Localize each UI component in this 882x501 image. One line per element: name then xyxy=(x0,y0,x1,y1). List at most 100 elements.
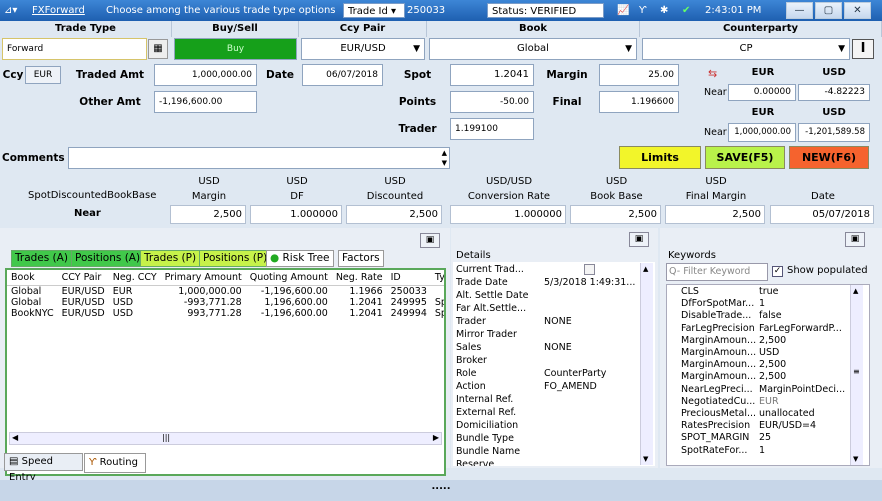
final-label: Final xyxy=(552,96,582,108)
routing-icon[interactable]: Ƴ xyxy=(639,3,646,18)
keywords-panel: ▣ Keywords Q- Filter Keyword ✓ Show popu… xyxy=(660,228,882,468)
ccy-pair-select[interactable]: EUR/USD ▼ xyxy=(301,38,425,60)
details-value[interactable]: NONE xyxy=(544,341,572,354)
keyword-value[interactable]: 1 xyxy=(759,445,765,457)
table-cell: EUR/USD xyxy=(61,308,105,319)
comments-input[interactable]: ▲ ▼ xyxy=(68,147,450,169)
show-populated-checkbox[interactable]: ✓ xyxy=(772,266,783,277)
details-value[interactable]: CounterParty xyxy=(544,367,606,380)
minimize-button[interactable]: — xyxy=(786,2,813,19)
scroll-grip-icon: ≡ xyxy=(853,367,860,376)
keyword-value[interactable]: MarginPointDeci... xyxy=(759,384,845,396)
keyword-value[interactable]: true xyxy=(759,286,779,298)
calculator-icon[interactable]: ▦ xyxy=(148,39,168,59)
keyword-filter-input[interactable]: Q- Filter Keyword xyxy=(666,263,768,281)
tab-positions-p[interactable]: Positions (P) xyxy=(199,250,272,267)
summary-column-name: Final Margin xyxy=(685,191,747,202)
near-usd-value[interactable]: -4.82223 xyxy=(798,84,870,101)
search-icon: Q xyxy=(669,266,677,277)
spot-input[interactable]: 1.2041 xyxy=(450,64,534,86)
tab-routing[interactable]: Ƴ Routing xyxy=(84,453,146,473)
tab-trades-a[interactable]: Trades (A) xyxy=(11,250,72,267)
details-value[interactable]: 5/3/2018 1:49:31... xyxy=(544,276,635,289)
column-header[interactable]: Neg. CCY xyxy=(108,270,161,286)
traded-amt-input[interactable]: 1,000,000.00 xyxy=(154,64,257,86)
swap-icon[interactable]: ⇆ xyxy=(708,67,717,80)
keyword-value[interactable]: false xyxy=(759,310,782,322)
buy-sell-toggle[interactable]: Buy xyxy=(174,38,297,60)
details-restore-icon[interactable]: ▣ xyxy=(629,232,649,247)
keyword-value[interactable]: 2,500 xyxy=(759,335,786,347)
scroll-right-icon[interactable]: ▶ xyxy=(433,433,439,442)
counterparty-select[interactable]: CP ▼ xyxy=(642,38,850,60)
details-value[interactable]: NONE xyxy=(544,315,572,328)
limits-button[interactable]: Limits xyxy=(619,146,701,169)
trader-input[interactable]: 1.199100 xyxy=(450,118,534,140)
spinner-icon[interactable]: ▲ ▼ xyxy=(442,148,447,168)
near2-usd-value[interactable]: -1,201,589.58 xyxy=(798,123,870,142)
trade-type-field[interactable]: Forward xyxy=(2,38,147,60)
keyword-value[interactable]: USD xyxy=(759,347,779,359)
details-value[interactable]: FO_AMEND xyxy=(544,380,597,393)
table-row[interactable]: BookNYC EUR/USD USD 993,771.28 -1,196,600.00… xyxy=(7,308,444,319)
keywords-restore-icon[interactable]: ▣ xyxy=(845,232,865,247)
keyword-value[interactable]: 25 xyxy=(759,432,771,444)
new-button[interactable]: NEW(F6) xyxy=(789,146,869,169)
other-amt-input[interactable]: -1,196,600.00 xyxy=(154,91,257,113)
column-header[interactable]: Ty xyxy=(430,270,444,286)
save-button[interactable]: SAVE(F5) xyxy=(705,146,785,169)
near-eur-value[interactable]: 0.00000 xyxy=(728,84,796,101)
current-trade-checkbox[interactable] xyxy=(584,264,595,275)
table-row[interactable]: Global EUR/USD EUR 1,000,000.00 -1,196,600.0… xyxy=(7,286,444,298)
scroll-left-icon[interactable]: ◀ xyxy=(12,433,18,442)
near2-eur-value[interactable]: 1,000,000.00 xyxy=(728,123,796,142)
table-row[interactable]: Global EUR/USD USD -993,771.28 1,196,600.00 1… xyxy=(7,297,444,308)
keyword-value[interactable]: EUR/USD=4 xyxy=(759,420,816,432)
ccy-button[interactable]: EUR xyxy=(25,66,61,84)
info-button[interactable]: I xyxy=(852,39,874,59)
column-header[interactable]: Neg. Rate xyxy=(331,270,387,286)
flag-icon[interactable]: ✱ xyxy=(660,3,668,18)
horizontal-scrollbar[interactable]: ◀ ||| ▶ xyxy=(9,432,442,445)
final-input[interactable]: 1.196600 xyxy=(599,91,679,113)
table-cell: -993,771.28 xyxy=(183,297,242,308)
summary-column-name: Book Base xyxy=(590,191,643,202)
scroll-down-icon[interactable]: ▼ xyxy=(643,455,648,463)
keyword-value[interactable]: EUR xyxy=(759,396,779,408)
keywords-scrollbar[interactable]: ▲ ≡ ▼ xyxy=(850,285,863,465)
keyword-value[interactable]: 2,500 xyxy=(759,359,786,371)
points-input[interactable]: -50.00 xyxy=(450,91,534,113)
date-input[interactable]: 06/07/2018 xyxy=(302,64,383,86)
ccy-pair-value: EUR/USD xyxy=(340,43,386,54)
tab-risk-tree[interactable]: ● Risk Tree xyxy=(266,250,334,267)
maximize-button[interactable]: ▢ xyxy=(815,2,842,19)
details-key: Role xyxy=(456,368,477,379)
book-select[interactable]: Global ▼ xyxy=(429,38,637,60)
column-header[interactable]: CCY Pair xyxy=(57,270,109,286)
keyword-value[interactable]: 1 xyxy=(759,298,765,310)
app-menu-icon[interactable]: ⊿▾ xyxy=(4,3,17,18)
close-button[interactable]: ✕ xyxy=(844,2,871,19)
trade-id-select[interactable]: Trade Id ▾ xyxy=(343,3,405,18)
app-label[interactable]: FXForward xyxy=(32,3,85,18)
tab-positions-a[interactable]: Positions (A) xyxy=(71,250,145,267)
scroll-up-icon[interactable]: ▲ xyxy=(853,287,858,295)
tab-speed-entry[interactable]: ▤ Speed Entry xyxy=(4,453,83,483)
keyword-value[interactable]: FarLegForwardP... xyxy=(759,323,842,335)
column-header[interactable]: Primary Amount xyxy=(160,270,246,286)
keyword-value[interactable]: 2,500 xyxy=(759,371,786,383)
column-header[interactable]: Book xyxy=(7,270,58,286)
details-scrollbar[interactable]: ▲ ▼ xyxy=(640,263,653,465)
footer-grip[interactable]: ..... xyxy=(0,480,882,501)
column-header[interactable]: Quoting Amount xyxy=(245,270,332,286)
chevron-down-icon: ▼ xyxy=(413,44,420,54)
column-header[interactable]: ID xyxy=(386,270,431,286)
chart-icon[interactable]: 📈 xyxy=(617,3,629,18)
tab-factors[interactable]: Factors xyxy=(338,250,384,267)
scroll-down-icon[interactable]: ▼ xyxy=(853,455,858,463)
margin-input[interactable]: 25.00 xyxy=(599,64,679,86)
keyword-value[interactable]: unallocated xyxy=(759,408,815,420)
tab-trades-p[interactable]: Trades (P) xyxy=(140,250,201,267)
panel-restore-icon[interactable]: ▣ xyxy=(420,233,440,248)
scroll-up-icon[interactable]: ▲ xyxy=(643,265,648,273)
